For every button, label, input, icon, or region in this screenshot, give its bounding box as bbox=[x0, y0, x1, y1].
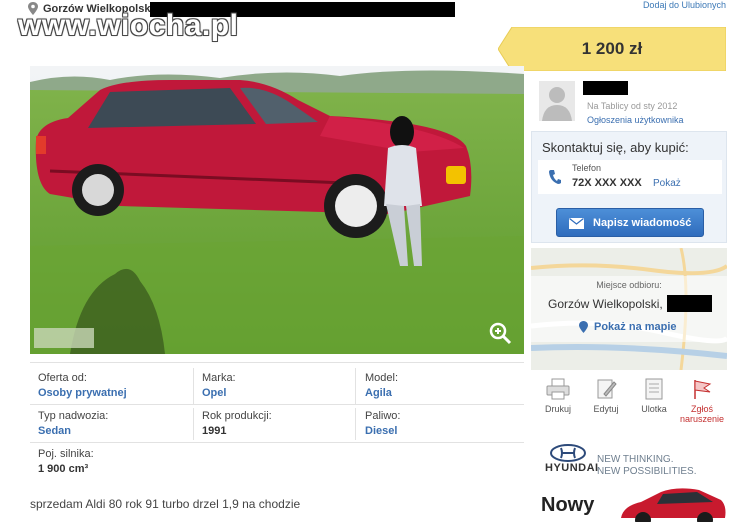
price-badge: 1 200 zł bbox=[498, 27, 726, 71]
add-to-favorites-link[interactable]: Dodaj do Ulubionych bbox=[643, 0, 726, 10]
divider bbox=[355, 408, 356, 440]
listing-description: sprzedam Aldi 80 rok 91 turbo drzel 1,9 … bbox=[30, 497, 301, 511]
price-value: 1 200 zł bbox=[581, 39, 643, 58]
divider bbox=[30, 442, 524, 443]
flyer-button[interactable]: Ulotka bbox=[631, 378, 677, 414]
detail-label: Oferta od: bbox=[38, 372, 87, 384]
details-table: Oferta od: Osoby prywatnej Marka: Opel M… bbox=[30, 362, 524, 480]
report-button[interactable]: Zgłoś naruszenie bbox=[679, 378, 725, 424]
detail-label: Marka: bbox=[202, 372, 236, 384]
redaction-bar bbox=[667, 295, 712, 312]
detail-engine: Poj. silnika: 1 900 cm³ bbox=[38, 448, 94, 475]
printer-icon bbox=[546, 378, 570, 400]
show-on-map-link[interactable]: Pokaż na mapie bbox=[594, 321, 677, 333]
print-label: Drukuj bbox=[544, 404, 571, 414]
report-label: Zgłoś naruszenie bbox=[679, 404, 725, 424]
flag-icon bbox=[694, 380, 712, 399]
contact-title: Skontaktuj się, aby kupić: bbox=[542, 140, 689, 155]
listing-tools: Drukuj Edytuj Ulotka Zgłoś naruszenie bbox=[531, 378, 727, 430]
hyundai-logo-icon bbox=[550, 444, 586, 462]
send-message-button[interactable]: Napisz wiadomość bbox=[556, 208, 704, 237]
map-pin-icon bbox=[579, 321, 588, 333]
ad-slogan: NEW POSSIBILITIES. bbox=[597, 466, 697, 477]
divider bbox=[30, 362, 524, 363]
detail-label: Paliwo: bbox=[365, 410, 401, 422]
ad-brand: HYUNDAI bbox=[545, 462, 599, 474]
ad-headline: Nowy bbox=[541, 494, 595, 516]
print-button[interactable]: Drukuj bbox=[535, 378, 581, 414]
envelope-icon bbox=[569, 218, 584, 229]
seller-since: Na Tablicy od sty 2012 bbox=[587, 101, 678, 111]
watermark-logo: www.wiocha.pl bbox=[18, 9, 239, 42]
divider bbox=[193, 408, 194, 440]
detail-fuel: Paliwo: Diesel bbox=[365, 410, 400, 437]
phone-icon bbox=[549, 170, 561, 184]
phone-box: Telefon 72X XXX XXX Pokaż bbox=[538, 160, 722, 194]
detail-model: Model: Agila bbox=[365, 372, 398, 399]
location-map[interactable]: Miejsce odbioru: Gorzów Wielkopolski, Po… bbox=[531, 248, 727, 370]
detail-label: Poj. silnika: bbox=[38, 448, 94, 460]
flyer-label: Ulotka bbox=[641, 404, 667, 414]
detail-label: Rok produkcji: bbox=[202, 410, 272, 422]
phone-label: Telefon bbox=[572, 163, 602, 173]
detail-body-type: Typ nadwozia: Sedan bbox=[38, 410, 108, 437]
send-message-label: Napisz wiadomość bbox=[593, 217, 692, 229]
detail-offer: Oferta od: Osoby prywatnej bbox=[38, 372, 127, 399]
divider bbox=[193, 368, 194, 404]
car-photo-image bbox=[30, 66, 524, 354]
detail-make: Marka: Opel bbox=[202, 372, 236, 399]
flyer-icon bbox=[645, 378, 663, 400]
seller-box: Na Tablicy od sty 2012 Ogłoszenia użytko… bbox=[531, 76, 727, 131]
avatar-icon bbox=[539, 81, 575, 121]
detail-value-link[interactable]: Agila bbox=[365, 387, 398, 399]
divider bbox=[355, 368, 356, 404]
detail-label: Typ nadwozia: bbox=[38, 410, 109, 422]
listing-photo[interactable] bbox=[30, 66, 524, 354]
detail-value: 1 900 cm³ bbox=[38, 463, 89, 475]
edit-label: Edytuj bbox=[593, 404, 619, 414]
ad-car-image bbox=[621, 488, 726, 522]
phone-number: 72X XXX XXX bbox=[572, 177, 642, 189]
ad-slogan: NEW THINKING. bbox=[597, 454, 674, 465]
seller-ads-link[interactable]: Ogłoszenia użytkownika bbox=[587, 115, 684, 125]
show-phone-link[interactable]: Pokaż bbox=[653, 178, 681, 189]
edit-button[interactable]: Edytuj bbox=[583, 378, 629, 414]
pickup-label: Miejsce odbioru: bbox=[596, 280, 662, 290]
pickup-place: Gorzów Wielkopolski, bbox=[548, 297, 663, 311]
detail-value-link[interactable]: Osoby prywatnej bbox=[38, 387, 127, 399]
detail-value: 1991 bbox=[202, 425, 227, 437]
detail-year: Rok produkcji: 1991 bbox=[202, 410, 272, 437]
redaction-bar bbox=[583, 81, 628, 95]
contact-box: Skontaktuj się, aby kupić: Telefon 72X X… bbox=[531, 131, 727, 243]
detail-value-link[interactable]: Opel bbox=[202, 387, 236, 399]
edit-icon bbox=[597, 379, 617, 399]
zoom-icon[interactable] bbox=[488, 321, 512, 345]
detail-value-link[interactable]: Diesel bbox=[365, 425, 400, 437]
hyundai-ad-banner[interactable]: HYUNDAI NEW THINKING. NEW POSSIBILITIES.… bbox=[537, 440, 737, 522]
detail-label: Model: bbox=[365, 372, 399, 384]
divider bbox=[30, 404, 524, 405]
detail-value-link[interactable]: Sedan bbox=[38, 425, 108, 437]
